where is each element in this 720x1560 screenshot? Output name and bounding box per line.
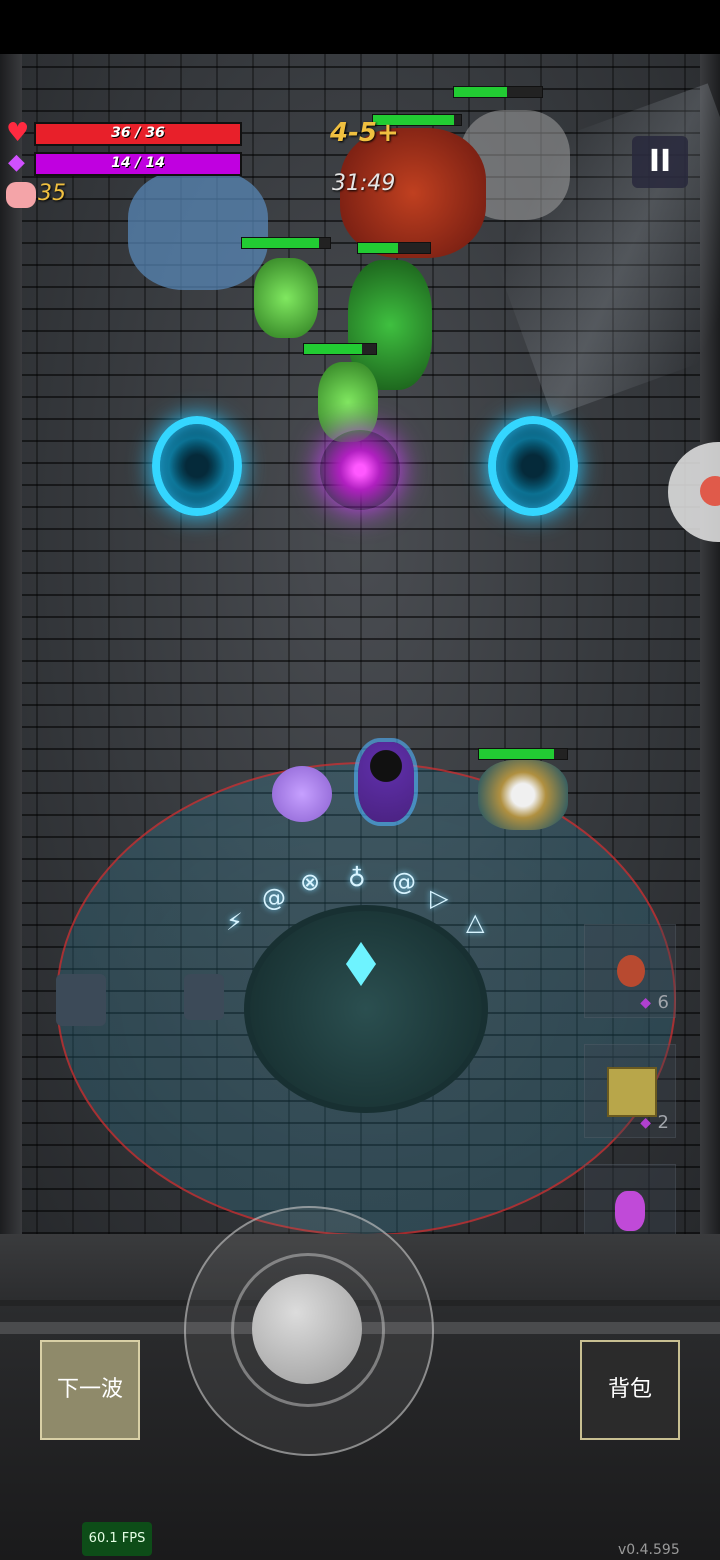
rune-icon: ♁ xyxy=(348,864,366,892)
rune-icon: △ xyxy=(466,908,485,936)
gem-icon: ◆ xyxy=(640,995,651,1011)
left-wall xyxy=(0,54,22,1234)
crate-icon xyxy=(607,1067,657,1117)
enemy-health-bar xyxy=(241,237,331,249)
health-text: 36 / 36 xyxy=(111,125,165,141)
pause-button[interactable]: II xyxy=(632,136,688,188)
purple-slime xyxy=(272,766,332,822)
version-label: v0.4.595 xyxy=(618,1542,680,1558)
heart-icon: ♥ xyxy=(6,118,30,148)
backpack-button[interactable]: 背包 xyxy=(580,1340,680,1440)
enemy-health-bar xyxy=(357,242,431,254)
goblin xyxy=(254,258,318,338)
enemy-health-bar xyxy=(303,343,377,355)
fps-counter: 60.1 FPS xyxy=(82,1522,152,1556)
wave-label: 4-5+ xyxy=(330,118,399,148)
gem-icon: ◆ xyxy=(640,1115,651,1131)
purple-potion-icon xyxy=(615,1191,645,1231)
slot-count: 6 xyxy=(657,992,669,1013)
health-bar: 36 / 36 xyxy=(34,122,242,146)
ally-health-bar xyxy=(478,748,568,760)
rune-icon: @ xyxy=(392,868,416,896)
rune-icon: ⊗ xyxy=(300,868,321,896)
purple-spawn-portal xyxy=(320,430,400,510)
goblin xyxy=(318,362,378,442)
inventory-slot-crate[interactable]: ◆ 2 xyxy=(584,1044,676,1138)
player-character xyxy=(358,742,414,822)
coin-count: 35 xyxy=(38,181,66,206)
turret xyxy=(184,974,224,1020)
altar xyxy=(244,905,488,1113)
status-bar xyxy=(0,0,720,54)
mana-gem-icon: ◆ xyxy=(8,150,25,175)
enemy-health-bar xyxy=(453,86,543,98)
joystick-knob[interactable] xyxy=(252,1274,362,1384)
rune-icon: ▷ xyxy=(430,884,449,912)
red-potion-icon xyxy=(617,955,645,987)
turret xyxy=(56,974,106,1026)
rune-icon: ⚡ xyxy=(226,908,243,936)
pause-icon: II xyxy=(648,144,672,179)
pig-coin-icon xyxy=(6,182,36,208)
scarecrow-ally xyxy=(478,760,568,830)
side-menu-icon xyxy=(700,476,720,506)
blue-portal-right xyxy=(488,416,578,516)
mana-bar: 14 / 14 xyxy=(34,152,242,176)
blue-portal-left xyxy=(152,416,242,516)
slot-count: 2 xyxy=(657,1112,669,1133)
wave-timer: 31:49 xyxy=(332,171,396,196)
ice-golem-ghost xyxy=(128,170,268,290)
next-wave-button[interactable]: 下一波 xyxy=(40,1340,140,1440)
rune-icon: @ xyxy=(262,884,286,912)
inventory-slot-red-potion[interactable]: ◆ 6 xyxy=(584,924,676,1018)
mana-text: 14 / 14 xyxy=(111,155,165,171)
